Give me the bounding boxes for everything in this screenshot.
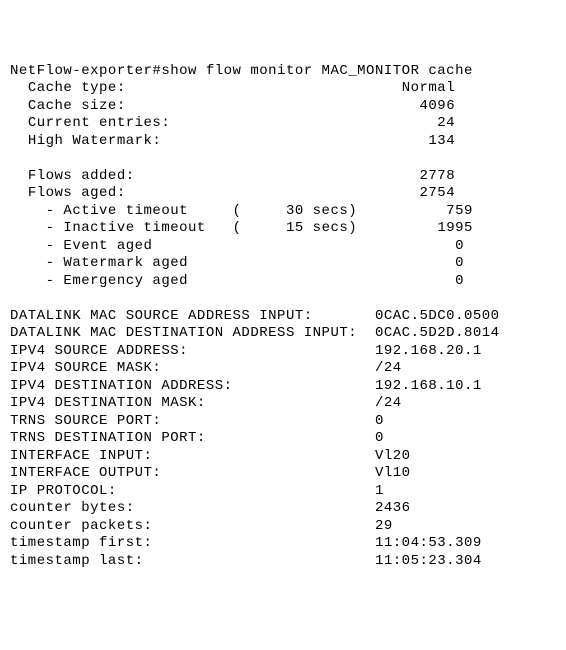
timestamp-first-row: timestamp first: 11:04:53.309 — [10, 535, 482, 551]
emergency-aged-row: - Emergency aged 0 — [46, 273, 464, 289]
interface-input-row: INTERFACE INPUT: Vl20 — [10, 448, 411, 464]
prompt: NetFlow-exporter# — [10, 63, 161, 79]
trns-src-row: TRNS SOURCE PORT: 0 — [10, 413, 384, 429]
ipv4-dst-mask-row: IPV4 DESTINATION MASK: /24 — [10, 395, 402, 411]
ipv4-src-row: IPV4 SOURCE ADDRESS: 192.168.20.1 — [10, 343, 482, 359]
interface-output-row: INTERFACE OUTPUT: Vl10 — [10, 465, 411, 481]
trns-dst-row: TRNS DESTINATION PORT: 0 — [10, 430, 384, 446]
current-entries-row: Current entries: 24 — [28, 115, 455, 131]
event-aged-row: - Event aged 0 — [46, 238, 464, 254]
command: show flow monitor MAC_MONITOR cache — [161, 63, 473, 79]
counter-bytes-row: counter bytes: 2436 — [10, 500, 411, 516]
mac-dst-row: DATALINK MAC DESTINATION ADDRESS INPUT: … — [10, 325, 500, 341]
ipv4-dst-row: IPV4 DESTINATION ADDRESS: 192.168.10.1 — [10, 378, 482, 394]
cache-type-row: Cache type: Normal — [28, 80, 455, 96]
mac-src-row: DATALINK MAC SOURCE ADDRESS INPUT: 0CAC.… — [10, 308, 500, 324]
counter-packets-row: counter packets: 29 — [10, 518, 393, 534]
ipv4-src-mask-row: IPV4 SOURCE MASK: /24 — [10, 360, 402, 376]
ip-protocol-row: IP PROTOCOL: 1 — [10, 483, 384, 499]
active-timeout-row: - Active timeout ( 30 secs) 759 — [46, 203, 473, 219]
flows-added-row: Flows added: 2778 — [28, 168, 455, 184]
timestamp-last-row: timestamp last: 11:05:23.304 — [10, 553, 482, 569]
watermark-aged-row: - Watermark aged 0 — [46, 255, 464, 271]
inactive-timeout-row: - Inactive timeout ( 15 secs) 1995 — [46, 220, 473, 236]
flows-aged-row: Flows aged: 2754 — [28, 185, 455, 201]
terminal-output: NetFlow-exporter#show flow monitor MAC_M… — [10, 63, 556, 571]
cache-size-row: Cache size: 4096 — [28, 98, 455, 114]
high-watermark-row: High Watermark: 134 — [28, 133, 455, 149]
